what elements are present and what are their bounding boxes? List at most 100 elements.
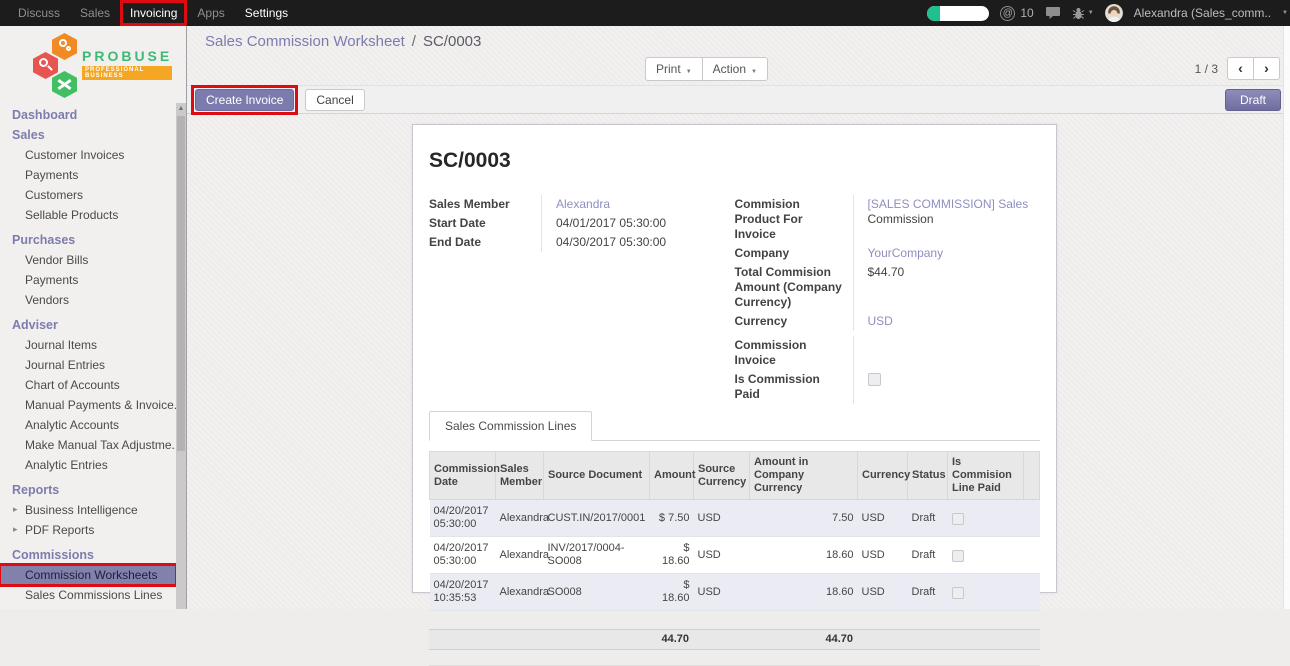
tab-sales-commission-lines[interactable]: Sales Commission Lines <box>429 411 592 441</box>
sidebar-item-journal-items[interactable]: Journal Items <box>0 335 176 355</box>
record-title: SC/0003 <box>429 149 1040 173</box>
field-value-sales-member[interactable]: Alexandra <box>556 197 610 211</box>
form-statusbar: Create Invoice Cancel Draft <box>187 85 1290 114</box>
nav-settings[interactable]: Settings <box>235 0 298 26</box>
cell-source-currency: USD <box>694 574 750 611</box>
sidebar-item-sales-commissions-lines[interactable]: Sales Commissions Lines <box>0 585 176 605</box>
field-label-company: Company <box>735 244 853 263</box>
sidebar-item-tax-adjustments[interactable]: Make Manual Tax Adjustme... <box>0 435 176 455</box>
menu-heading-commissions[interactable]: Commissions <box>0 545 176 565</box>
sidebar-item-analytic-accounts[interactable]: Analytic Accounts <box>0 415 176 435</box>
main-content: Sales Commission Worksheet / SC/0003 Pri… <box>187 26 1290 609</box>
avatar[interactable] <box>1105 4 1123 22</box>
user-menu-caret-icon: ▼ <box>1282 10 1288 16</box>
annotation-highlight-box: Create Invoice <box>191 85 298 115</box>
table-row[interactable]: 04/20/2017 05:30:00 Alexandra INV/2017/0… <box>430 537 1040 574</box>
activities-count: 10 <box>1020 6 1033 20</box>
sidebar-item-business-intelligence[interactable]: Business Intelligence <box>0 500 176 520</box>
col-commission-date: Commission Date <box>430 452 496 500</box>
cell-source-currency: USD <box>694 500 750 537</box>
sidebar-item-pdf-reports[interactable]: PDF Reports <box>0 520 176 540</box>
menu-heading-sales[interactable]: Sales <box>0 125 176 145</box>
sidebar-item-chart-of-accounts[interactable]: Chart of Accounts <box>0 375 176 395</box>
cell-amount-company: 18.60 <box>750 574 858 611</box>
chat-bubble-icon <box>1045 6 1061 20</box>
commission-lines-table: Commission Date Sales Member Source Docu… <box>429 451 1040 611</box>
top-navbar: Discuss Sales Invoicing Apps Settings 10… <box>0 0 1290 26</box>
secondary-menu: Dashboard Sales Customer Invoices Paymen… <box>0 103 176 609</box>
col-status: Status <box>908 452 948 500</box>
sidebar-item-commission-worksheets[interactable]: Commission Worksheets <box>0 565 176 585</box>
user-menu[interactable]: Alexandra (Sales_comm.. <box>1134 6 1271 20</box>
pager-next-button[interactable]: › <box>1253 57 1280 80</box>
cell-currency: USD <box>858 574 908 611</box>
field-value-currency[interactable]: USD <box>868 314 893 328</box>
field-label-commission-product: Commision Product For Invoice <box>735 195 853 244</box>
print-button[interactable]: Print <box>645 57 703 81</box>
col-source-document: Source Document <box>544 452 650 500</box>
chevron-down-icon: ▼ <box>1088 10 1094 16</box>
brand-tagline: PROFESSIONAL BUSINESS <box>82 66 172 80</box>
sidebar-item-vendors[interactable]: Vendors <box>0 290 176 310</box>
cell-amount-company: 18.60 <box>750 537 858 574</box>
cell-source: CUST.IN/2017/0001 <box>544 500 650 537</box>
field-label-sales-member: Sales Member <box>429 195 541 214</box>
cell-currency: USD <box>858 537 908 574</box>
nav-discuss[interactable]: Discuss <box>8 0 70 26</box>
cancel-button[interactable]: Cancel <box>305 89 364 111</box>
sidebar-item-customer-invoices[interactable]: Customer Invoices <box>0 145 176 165</box>
menu-heading-dashboard[interactable]: Dashboard <box>0 105 176 125</box>
logo-hex-tools-icon <box>52 71 77 98</box>
col-source-currency: Source Currency <box>694 452 750 500</box>
scroll-up-arrow-icon[interactable]: ▲ <box>176 103 186 115</box>
is-commission-paid-checkbox <box>868 373 881 386</box>
menu-heading-reports[interactable]: Reports <box>0 480 176 500</box>
activities-button[interactable]: 10 <box>1000 6 1033 21</box>
nav-invoicing[interactable]: Invoicing <box>120 0 187 26</box>
nav-sales[interactable]: Sales <box>70 0 120 26</box>
field-value-commission-invoice <box>853 336 1041 370</box>
cell-date: 04/20/2017 05:30:00 <box>430 500 496 537</box>
sidebar-item-payments-purchases[interactable]: Payments <box>0 270 176 290</box>
cell-status: Draft <box>908 574 948 611</box>
table-header-row: Commission Date Sales Member Source Docu… <box>430 452 1040 500</box>
sidebar: PROBUSE PROFESSIONAL BUSINESS Dashboard … <box>0 26 187 609</box>
field-value-start-date: 04/01/2017 05:30:00 <box>541 214 735 233</box>
bug-icon <box>1072 7 1085 20</box>
menu-heading-adviser[interactable]: Adviser <box>0 315 176 335</box>
total-amount-company: 44.70 <box>429 633 853 645</box>
pager-value: 1 / 3 <box>1195 62 1218 76</box>
breadcrumb-parent-link[interactable]: Sales Commission Worksheet <box>205 33 405 50</box>
table-totals-row: 44.70 44.70 <box>429 629 1040 650</box>
breadcrumb-separator: / <box>412 33 416 50</box>
field-value-commission-product-link[interactable]: [SALES COMMISSION] Sales <box>868 197 1029 211</box>
sidebar-scrollbar[interactable]: ▲ <box>176 103 186 609</box>
table-row[interactable]: 04/20/2017 05:30:00 Alexandra CUST.IN/20… <box>430 500 1040 537</box>
menu-heading-purchases[interactable]: Purchases <box>0 230 176 250</box>
print-caret-icon <box>686 62 692 76</box>
create-invoice-button[interactable]: Create Invoice <box>195 89 294 111</box>
field-value-company[interactable]: YourCompany <box>868 246 944 260</box>
sidebar-item-sellable-products[interactable]: Sellable Products <box>0 205 176 225</box>
action-button[interactable]: Action <box>702 57 768 81</box>
table-row[interactable]: 04/20/2017 10:35:53 Alexandra SO008 $ 18… <box>430 574 1040 611</box>
timer-widget[interactable] <box>927 6 989 21</box>
line-paid-checkbox <box>952 550 964 562</box>
field-value-total-commission: $44.70 <box>853 263 1041 312</box>
sidebar-item-customers[interactable]: Customers <box>0 185 176 205</box>
sidebar-item-analytic-entries[interactable]: Analytic Entries <box>0 455 176 475</box>
nav-apps[interactable]: Apps <box>187 0 234 26</box>
sidebar-item-vendor-bills[interactable]: Vendor Bills <box>0 250 176 270</box>
sidebar-item-journal-entries[interactable]: Journal Entries <box>0 355 176 375</box>
content-scrollbar[interactable] <box>1283 26 1290 609</box>
line-paid-checkbox <box>952 513 964 525</box>
field-label-currency: Currency <box>735 312 853 331</box>
pager-previous-button[interactable]: ‹ <box>1227 57 1254 80</box>
cell-member: Alexandra <box>496 537 544 574</box>
messages-button[interactable] <box>1045 6 1061 20</box>
field-value-end-date: 04/30/2017 05:30:00 <box>541 233 735 252</box>
debug-menu-button[interactable]: ▼ <box>1072 7 1094 20</box>
sidebar-item-manual-payments[interactable]: Manual Payments & Invoice... <box>0 395 176 415</box>
sidebar-item-payments-sales[interactable]: Payments <box>0 165 176 185</box>
sidebar-scrollbar-thumb[interactable] <box>177 116 185 451</box>
